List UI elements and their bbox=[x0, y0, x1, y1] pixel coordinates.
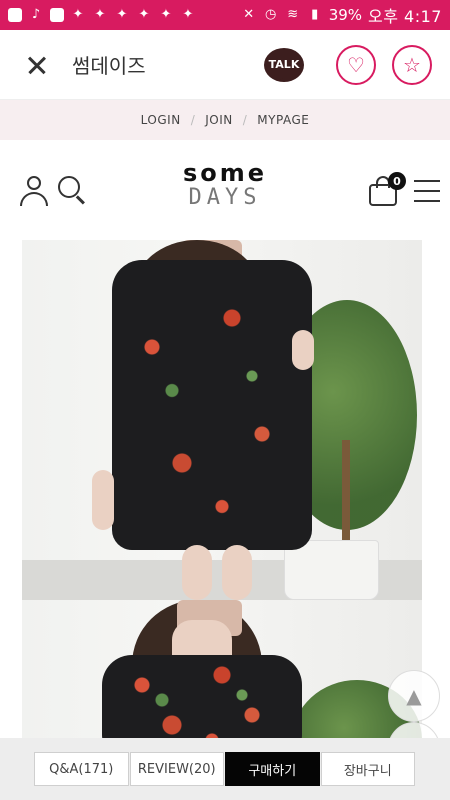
signal-icon: ▮ bbox=[311, 7, 319, 22]
twitter-icon: ✦ bbox=[138, 7, 150, 22]
app-header: 썸데이즈 TALK ♡ ☆ bbox=[0, 30, 450, 100]
message-icon bbox=[8, 8, 22, 22]
menu-icon[interactable] bbox=[414, 180, 440, 204]
separator: / bbox=[190, 113, 196, 127]
twitter-icon: ✦ bbox=[160, 7, 172, 22]
shop-logo[interactable]: some DAYS bbox=[175, 160, 275, 210]
account-links: LOGIN / JOIN / MYPAGE bbox=[0, 100, 450, 140]
login-link[interactable]: LOGIN bbox=[141, 113, 181, 127]
alarm-icon: ◷ bbox=[265, 7, 277, 22]
mypage-link[interactable]: MYPAGE bbox=[257, 113, 309, 127]
twitter-icon: ✦ bbox=[94, 7, 106, 22]
product-image bbox=[22, 600, 422, 738]
bookmark-button[interactable]: ☆ bbox=[392, 44, 432, 85]
twitter-icon: ✦ bbox=[116, 7, 128, 22]
status-bar-right: ✕ ◷ ≋ ▮ 39% 오후 4:17 bbox=[241, 3, 442, 27]
status-bar: ♪ ✦ ✦ ✦ ✦ ✦ ✦ ✕ ◷ ≋ ▮ 39% 오후 4:17 bbox=[0, 0, 450, 30]
image-icon bbox=[50, 8, 64, 22]
search-icon[interactable] bbox=[58, 176, 88, 206]
separator: / bbox=[242, 113, 248, 127]
buy-button[interactable]: 구매하기 bbox=[225, 752, 320, 786]
logo-line-2: DAYS bbox=[188, 185, 262, 210]
shop-header: some DAYS 0 bbox=[0, 140, 450, 240]
app-title: 썸데이즈 bbox=[72, 54, 146, 78]
wifi-icon: ≋ bbox=[287, 7, 299, 22]
review-button[interactable]: REVIEW(20) bbox=[129, 752, 224, 786]
arrow-up-icon: ▲ bbox=[406, 684, 422, 708]
status-bar-left-icons: ♪ ✦ ✦ ✦ ✦ ✦ ✦ bbox=[8, 8, 196, 22]
join-link[interactable]: JOIN bbox=[205, 113, 233, 127]
mute-icon: ✕ bbox=[243, 7, 255, 22]
close-icon[interactable] bbox=[18, 46, 56, 84]
scroll-top-button[interactable]: ▲ bbox=[388, 670, 440, 722]
twitter-icon: ✦ bbox=[72, 7, 84, 22]
logo-line-1: some bbox=[182, 159, 268, 187]
cart-count-badge: 0 bbox=[388, 172, 406, 190]
clock: 오후 4:17 bbox=[368, 7, 442, 26]
user-icon[interactable] bbox=[18, 176, 50, 208]
qa-button[interactable]: Q&A(171) bbox=[34, 752, 129, 786]
star-icon: ☆ bbox=[403, 52, 421, 77]
add-to-cart-button[interactable]: 장바구니 bbox=[320, 752, 415, 786]
product-image bbox=[22, 240, 422, 600]
heart-icon: ♡ bbox=[347, 52, 365, 77]
twitter-icon: ✦ bbox=[182, 7, 194, 22]
battery-level: 39% bbox=[328, 6, 363, 24]
app-icon: ♪ bbox=[31, 7, 41, 22]
favorite-button[interactable]: ♡ bbox=[336, 44, 376, 85]
kakao-talk-button[interactable]: TALK bbox=[264, 47, 304, 82]
bottom-action-bar: Q&A(171) REVIEW(20) 구매하기 장바구니 bbox=[0, 738, 450, 800]
